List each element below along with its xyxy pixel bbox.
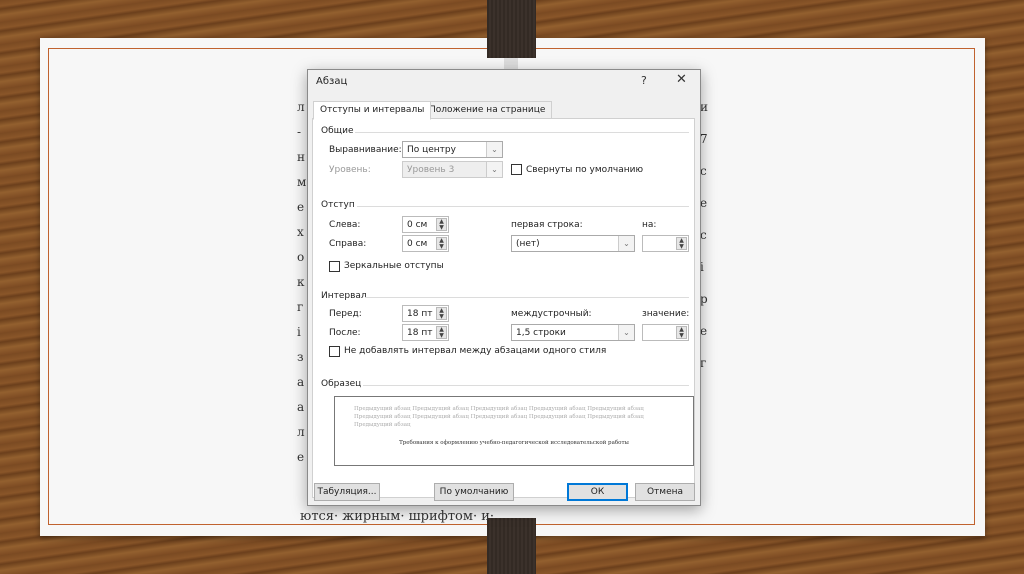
level-value: Уровень 3 (407, 165, 455, 175)
indent-left-spinner[interactable]: 0 см ▲ ▼ (402, 216, 449, 233)
mirror-indents-checkbox[interactable] (329, 261, 340, 272)
document-text-fragment: н (297, 150, 305, 164)
tab-line-page-breaks[interactable]: Положение на странице (422, 101, 553, 119)
mirror-indents-label: Зеркальные отступы (344, 261, 444, 271)
before-label: Перед: (329, 309, 362, 319)
document-text-fragment: е (700, 324, 708, 338)
divider (357, 206, 689, 207)
level-select[interactable]: Уровень 3 ⌄ (402, 161, 503, 178)
collapsed-label: Свернуты по умолчанию (526, 165, 644, 175)
spin-arrows-icon[interactable]: ▲ ▼ (676, 237, 687, 250)
section-indent: Отступ (321, 200, 355, 210)
spin-arrows-icon[interactable]: ▲ ▼ (436, 326, 447, 339)
document-text-fragment: і (297, 325, 301, 339)
document-text-fragment: х (297, 225, 304, 239)
paragraph-dialog: Абзац ? ✕ Отступы и интервалы Положение … (307, 69, 701, 506)
document-text-fragment: л (297, 425, 305, 439)
document-text-fragment: л (297, 100, 305, 114)
chevron-down-icon: ⌄ (486, 142, 502, 157)
document-text-fragment: з (297, 350, 304, 364)
spin-arrows-icon[interactable]: ▲ ▼ (436, 237, 447, 250)
document-text-fragment: а (297, 400, 305, 414)
document-text-fragment: с (700, 228, 707, 242)
after-spinner[interactable]: 18 пт ▲ ▼ (402, 324, 449, 341)
section-spacing: Интервал (321, 291, 367, 301)
tabs-button[interactable]: Табуляция... (314, 483, 380, 501)
alignment-label: Выравнивание: (329, 145, 402, 155)
chevron-down-icon: ⌄ (486, 162, 502, 177)
divider (365, 297, 689, 298)
help-button[interactable]: ? (641, 74, 647, 87)
binder-strap-top (487, 0, 536, 58)
document-text-fragment: а (297, 375, 305, 389)
document-text-fragment: м (297, 175, 307, 189)
line-spacing-label: междустрочный: (511, 309, 592, 319)
section-general: Общие (321, 126, 354, 136)
document-text-fragment: р (700, 292, 708, 306)
dialog-title: Абзац (316, 76, 348, 87)
document-text-fragment: с (700, 164, 707, 178)
preview-box: Предыдущий абзац Предыдущий абзац Предыд… (334, 396, 694, 466)
collapsed-checkbox[interactable] (511, 164, 522, 175)
preview-prev-line: Предыдущий абзац Предыдущий абзац Предыд… (354, 406, 644, 412)
document-text-fragment: 7 (700, 132, 708, 146)
indent-left-label: Слева: (329, 220, 361, 230)
document-text-fragment: о (297, 250, 305, 264)
alignment-value: По центру (407, 145, 456, 155)
level-label: Уровень: (329, 165, 371, 175)
indent-right-value: 0 см (407, 239, 428, 249)
close-button[interactable]: ✕ (676, 72, 687, 87)
no-space-label: Не добавлять интервал между абзацами одн… (344, 346, 607, 356)
indent-right-label: Справа: (329, 239, 367, 249)
alignment-select[interactable]: По центру ⌄ (402, 141, 503, 158)
indent-right-spinner[interactable]: 0 см ▲ ▼ (402, 235, 449, 252)
document-text-fragment: е (297, 200, 305, 214)
spin-arrows-icon[interactable]: ▲ ▼ (676, 326, 687, 339)
line-spacing-select[interactable]: 1,5 строки ⌄ (511, 324, 635, 341)
document-text-fragment: и (700, 100, 708, 114)
set-default-button[interactable]: По умолчанию (434, 483, 514, 501)
tab-indents-spacing[interactable]: Отступы и интервалы (313, 101, 432, 120)
after-value: 18 пт (407, 328, 433, 338)
document-text-fragment: - (297, 125, 302, 139)
divider (363, 385, 689, 386)
before-spinner[interactable]: 18 пт ▲ ▼ (402, 305, 449, 322)
document-text-fragment: е (297, 450, 305, 464)
preview-sample: Требования к оформлению учебно-педагогич… (399, 440, 629, 446)
spin-arrows-icon[interactable]: ▲ ▼ (436, 307, 447, 320)
first-line-value: (нет) (516, 239, 540, 249)
binder-strap-bottom (487, 518, 536, 574)
line-spacing-value: 1,5 строки (516, 328, 566, 338)
preview-prev-line: Предыдущий абзац (354, 422, 411, 428)
chevron-down-icon: ⌄ (618, 236, 634, 251)
no-space-checkbox[interactable] (329, 346, 340, 357)
cancel-button[interactable]: Отмена (635, 483, 695, 501)
by-spinner[interactable]: ▲ ▼ (642, 235, 689, 252)
document-text-fragment: е (700, 196, 708, 210)
at-spinner[interactable]: ▲ ▼ (642, 324, 689, 341)
indent-left-value: 0 см (407, 220, 428, 230)
at-label: значение: (642, 309, 690, 319)
spin-arrows-icon[interactable]: ▲ ▼ (436, 218, 447, 231)
preview-prev-line: Предыдущий абзац Предыдущий абзац Предыд… (354, 414, 644, 420)
first-line-label: первая строка: (511, 220, 583, 230)
after-label: После: (329, 328, 361, 338)
before-value: 18 пт (407, 309, 433, 319)
tab-panel: Общие Выравнивание: По центру ⌄ Уровень: … (312, 118, 695, 498)
ok-button[interactable]: ОК (567, 483, 628, 501)
section-preview: Образец (321, 379, 362, 389)
divider (355, 132, 689, 133)
document-text-fragment: к (297, 275, 305, 289)
by-label: на: (642, 220, 657, 230)
document-text-bottom: ются· жирным· шрифтом· и· (300, 509, 495, 524)
first-line-select[interactable]: (нет) ⌄ (511, 235, 635, 252)
document-text-fragment: г (297, 300, 304, 314)
chevron-down-icon: ⌄ (618, 325, 634, 340)
